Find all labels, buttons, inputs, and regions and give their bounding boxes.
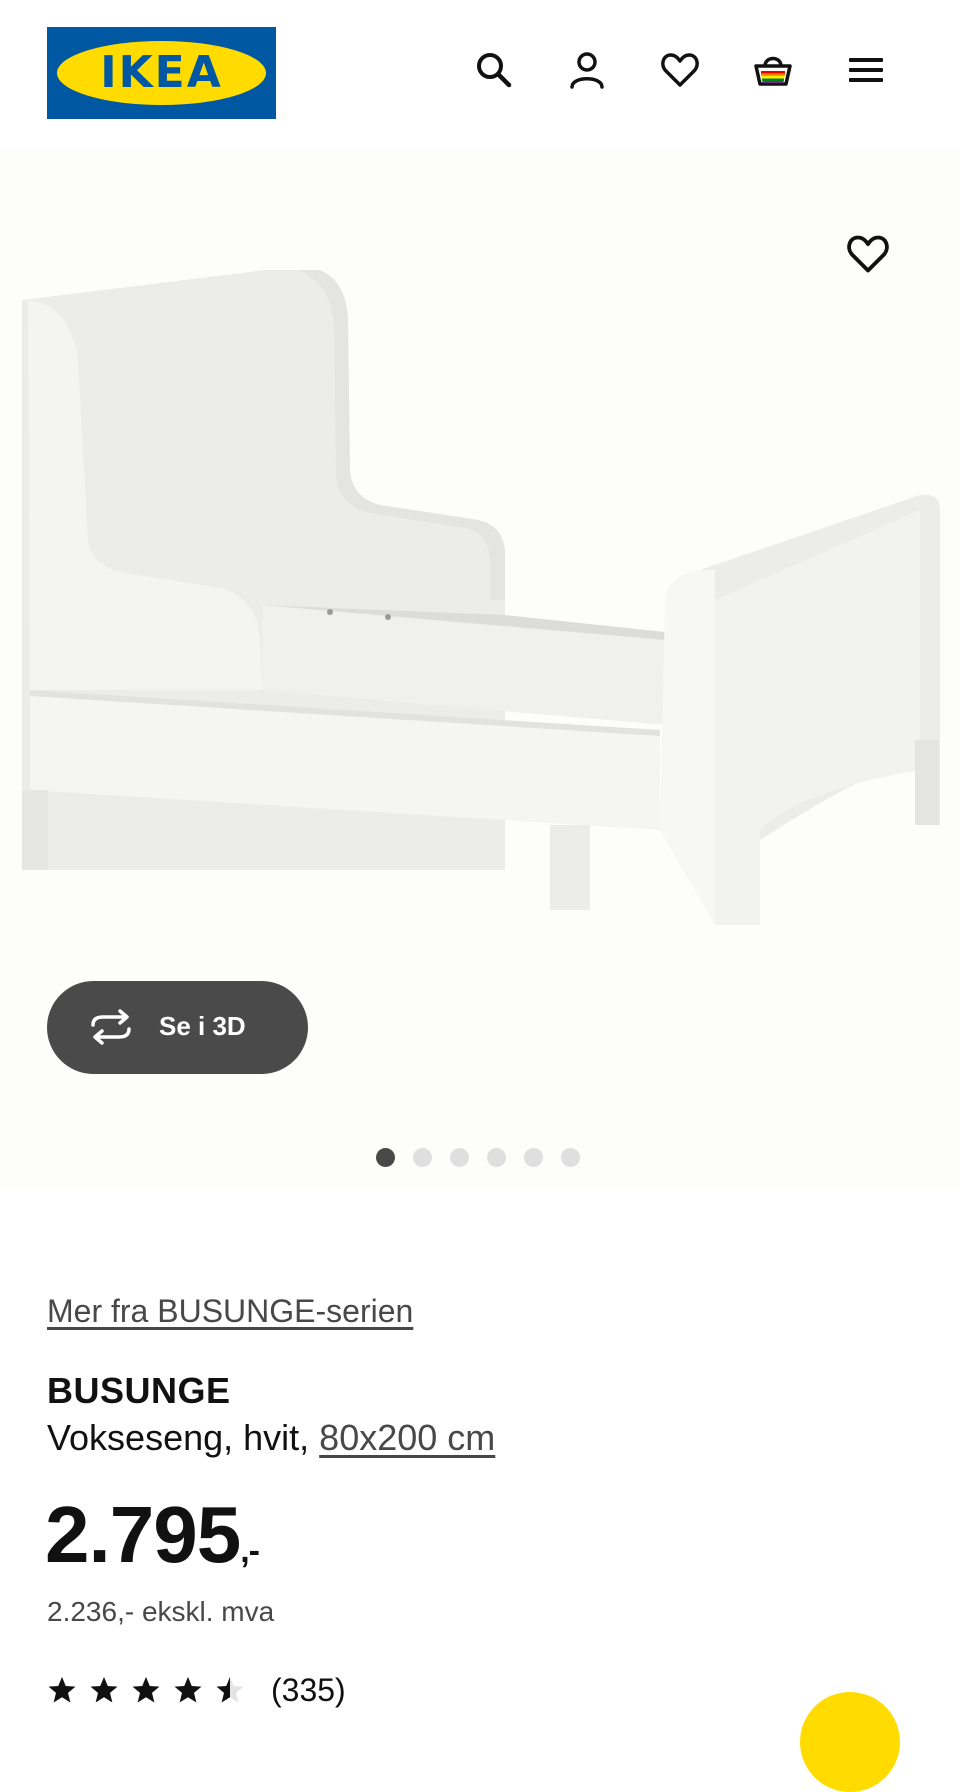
carousel-indicator (376, 1148, 580, 1168)
header: IKEA ® (0, 0, 960, 150)
half-star-icon (216, 1676, 244, 1703)
ikea-logo[interactable]: IKEA ® (47, 27, 276, 119)
series-link[interactable]: Mer fra BUSUNGE-serien (47, 1293, 413, 1330)
rotate-3d-icon (91, 1009, 131, 1045)
view-in-3d-label: Se i 3D (159, 1011, 246, 1041)
product-description-text: Vokseseng, hvit, (47, 1417, 320, 1458)
price-suffix: ,- (240, 1532, 260, 1570)
logo-oval: IKEA (57, 41, 266, 105)
save-to-list-heart-icon[interactable] (842, 228, 894, 280)
carousel-dot[interactable] (487, 1148, 506, 1167)
logo-registered-mark: ® (253, 37, 262, 49)
star-icon (132, 1676, 160, 1703)
floating-action-button[interactable] (800, 1692, 900, 1792)
carousel-dot[interactable] (376, 1148, 395, 1167)
logo-text: IKEA (100, 47, 223, 98)
price-excl-vat: 2.236,- ekskl. mva (47, 1596, 275, 1627)
star-icon (174, 1676, 202, 1703)
price-value: 2.795 (45, 1490, 241, 1579)
product-name: BUSUNGE (47, 1370, 231, 1411)
product-description: Vokseseng, hvit, 80x200 cm (47, 1417, 495, 1459)
basket-icon[interactable] (751, 48, 795, 92)
star-icon (90, 1676, 118, 1703)
menu-icon[interactable] (844, 48, 888, 92)
user-icon[interactable] (565, 48, 609, 92)
carousel-dot[interactable] (413, 1148, 432, 1167)
review-count: (335) (271, 1671, 346, 1708)
carousel-dot[interactable] (450, 1148, 469, 1167)
view-in-3d-button[interactable]: Se i 3D (47, 981, 308, 1074)
carousel-dot[interactable] (524, 1148, 543, 1167)
product-gallery[interactable]: Se i 3D (0, 150, 960, 1190)
carousel-dot[interactable] (561, 1148, 580, 1167)
star-icon (48, 1676, 76, 1703)
heart-icon[interactable] (658, 48, 702, 92)
rating[interactable]: (335) (47, 1670, 346, 1710)
search-icon[interactable] (472, 48, 516, 92)
size-link[interactable]: 80x200 cm (319, 1417, 495, 1458)
product-price: 2.795,- (45, 1495, 260, 1575)
